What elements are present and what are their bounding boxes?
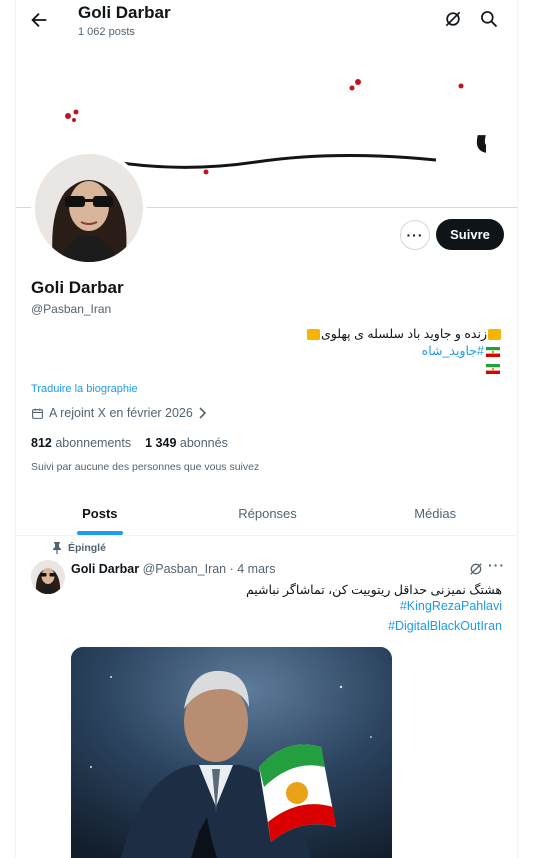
- grok-icon[interactable]: [468, 561, 484, 577]
- more-dots-icon: ···: [406, 227, 424, 243]
- tab-media-label: Médias: [414, 505, 457, 521]
- bio-line-1-text: زنده و جاوید باد سلسله ی پهلوی: [321, 327, 487, 341]
- iran-flag-icon: [486, 346, 500, 357]
- followers-link[interactable]: 1 349 abonnés: [145, 436, 228, 450]
- followed-by-text: Suivi par aucune des personnes que vous …: [31, 461, 260, 473]
- profile-name: Goli Darbar: [31, 278, 124, 297]
- chevron-right-icon[interactable]: [198, 407, 207, 419]
- active-tab-indicator: [76, 531, 123, 535]
- tab-replies[interactable]: Réponses: [184, 491, 352, 535]
- header-name: Goli Darbar: [78, 3, 171, 22]
- header-post-count: 1 062 posts: [78, 26, 135, 38]
- profile-tabs: Posts Réponses Médias: [16, 491, 517, 536]
- following-link[interactable]: 812 abonnements: [31, 436, 131, 450]
- post-more-button[interactable]: ···: [488, 557, 505, 573]
- follow-stats: 812 abonnements 1 349 abonnés: [31, 436, 228, 450]
- tab-posts-label: Posts: [82, 505, 118, 521]
- following-count: 812: [31, 436, 52, 450]
- profile-avatar[interactable]: [31, 150, 147, 266]
- following-label: abonnements: [55, 436, 132, 450]
- post-author-name[interactable]: Goli Darbar: [71, 562, 139, 576]
- post-hashtag-2[interactable]: #DigitalBlackOutIran: [388, 619, 502, 633]
- calendar-icon: [32, 408, 43, 419]
- post-text: هشتگ نمیزنی حداقل ریتوییت کن، تماشاگر نب…: [245, 583, 502, 597]
- pinned-indicator: Épinglé: [52, 542, 106, 554]
- pinned-label: Épinglé: [68, 542, 106, 554]
- post-author-avatar[interactable]: [31, 560, 65, 594]
- follow-button[interactable]: Suivre: [436, 219, 504, 250]
- followers-label: abonnés: [179, 436, 228, 450]
- grok-icon[interactable]: [443, 9, 463, 29]
- post-date[interactable]: · 4 mars: [230, 562, 276, 576]
- post-header: Goli Darbar @Pasban_Iran · 4 mars: [71, 562, 275, 576]
- joined-date: A rejoint X en février 2026: [31, 406, 207, 420]
- post-image[interactable]: [71, 647, 392, 858]
- bio-hashtag-link[interactable]: #جاوید_شاه: [422, 344, 484, 358]
- tab-media[interactable]: Médias: [351, 491, 517, 535]
- tab-replies-label: Réponses: [238, 505, 297, 521]
- top-bar: Goli Darbar 1 062 posts: [16, 0, 517, 46]
- bio-line-2: #جاوید_شاه: [172, 343, 502, 360]
- svg-text:تابع قوانین شاهنشاهی ایران: تابع قوانین شاهنشاهی ایران: [474, 103, 486, 157]
- followers-count: 1 349: [145, 436, 177, 450]
- crown-emoji-icon: [488, 329, 501, 341]
- bio-line-1: زنده و جاوید باد سلسله ی پهلوی: [172, 326, 502, 343]
- arrow-left-icon[interactable]: [28, 9, 50, 31]
- more-options-button[interactable]: ···: [400, 220, 430, 250]
- pin-icon: [53, 542, 61, 554]
- search-icon[interactable]: [479, 9, 499, 29]
- joined-text: A rejoint X en février 2026: [49, 406, 193, 420]
- iran-flag-icon: [486, 363, 500, 374]
- tab-posts[interactable]: Posts: [16, 491, 184, 535]
- translate-bio-link[interactable]: Traduire la biographie: [31, 383, 138, 395]
- bio-line-3: [172, 360, 502, 377]
- post-author-handle[interactable]: @Pasban_Iran: [143, 562, 227, 576]
- post-hashtag-1[interactable]: #KingRezaPahlavi: [400, 599, 502, 613]
- profile-handle: @Pasban_Iran: [31, 302, 112, 316]
- profile-bio: زنده و جاوید باد سلسله ی پهلوی #جاوید_شا…: [172, 326, 502, 377]
- crown-emoji-icon: [307, 329, 321, 341]
- profile-page: Goli Darbar 1 062 posts تابع قوانین شاهن…: [15, 0, 518, 858]
